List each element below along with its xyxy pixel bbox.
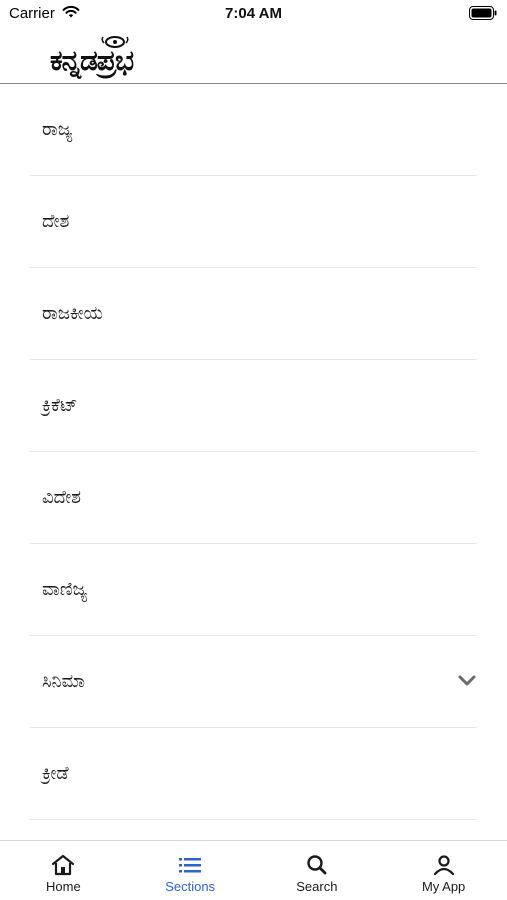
status-bar: Carrier 7:04 AM [0,0,507,28]
section-label: ವಾಣಿಜ್ಯ [42,579,88,600]
section-label: ರಾಜಕೀಯ [42,303,103,324]
section-item[interactable]: ಕ್ರಿಕೆಟ್ [30,360,477,452]
section-item[interactable]: ವಾಣಿಜ್ಯ [30,544,477,636]
tab-label: My App [421,879,466,894]
tab-label: Sections [165,879,216,894]
section-label: ಸಿನಿಮಾ [42,671,86,692]
tab-label: Home [46,879,81,894]
section-item[interactable]: ರಾಜ್ಯ [30,84,477,176]
tab-my-app[interactable]: My App [380,841,507,900]
list-icon [179,858,202,873]
person-icon [433,855,454,876]
section-label: ಕ್ರೀಡೆ [42,763,69,784]
section-label: ಕ್ರಿಕೆಟ್ [42,395,78,416]
tab-search[interactable]: Search [254,841,381,900]
section-label: ವಿದೇಶ [42,487,82,508]
section-label: ದೇಶ [42,211,70,232]
tab-home[interactable]: Home [0,841,127,900]
section-item[interactable]: ವಿದೇಶ [30,452,477,544]
tab-sections[interactable]: Sections [127,841,254,900]
section-item[interactable]: ದೇಶ [30,176,477,268]
section-item[interactable]: ರಾಜಕೀಯ [30,268,477,360]
section-list: ರಾಜ್ಯ ದೇಶ ರಾಜಕೀಯ ಕ್ರಿಕೆಟ್ ವಿದೇಶ ವಾಣಿಜ್ಯ … [0,84,507,840]
section-item[interactable]: ಕ್ರೀಡೆ [30,728,477,820]
tab-bar: Home Sections Search My App [0,840,507,900]
section-label: ರಾಜ್ಯ [42,119,73,140]
status-time: 7:04 AM [225,5,282,22]
chevron-down-icon[interactable] [457,674,477,688]
kannada-prabha-logo[interactable]: ಕನ್ನಡಪ್ರಭ [50,34,180,78]
logo-text: ಕನ್ನಡಪ್ರಭ [50,44,134,77]
section-item-expandable[interactable]: ಸಿನಿಮಾ [30,636,477,728]
tab-label: Search [296,879,338,894]
battery-icon [469,6,497,20]
app-header: ಕನ್ನಡಪ್ರಭ [0,28,507,84]
search-icon [307,855,327,875]
home-icon [52,854,75,876]
